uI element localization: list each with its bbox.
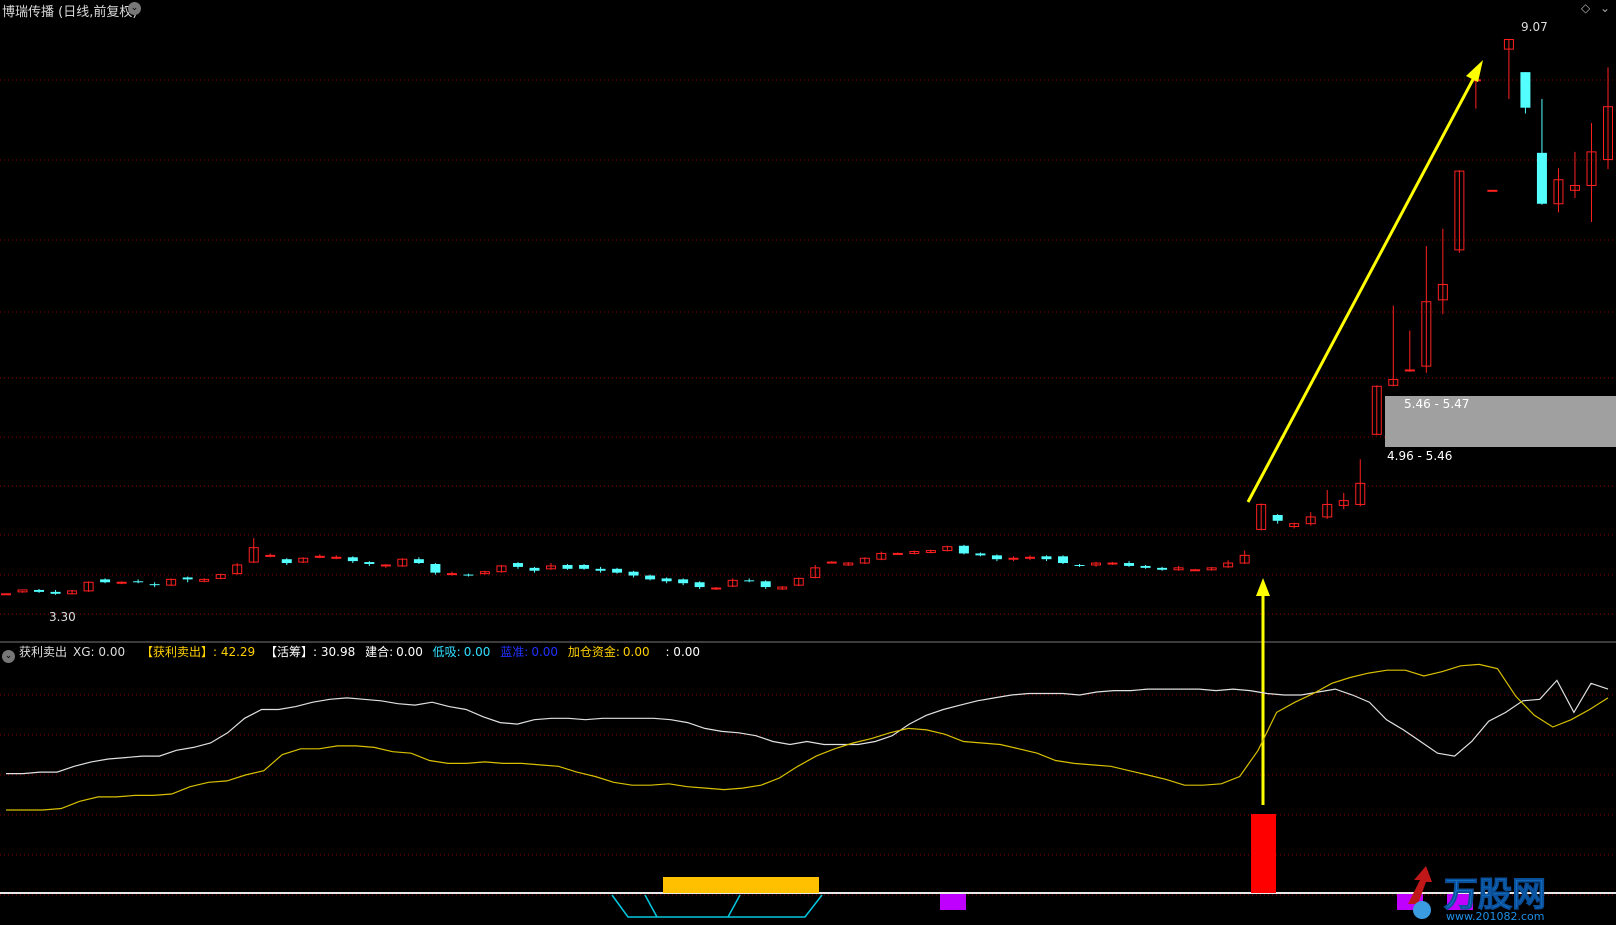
range-upper-label: 5.46 - 5.47 bbox=[1404, 397, 1470, 411]
candle-body bbox=[579, 564, 590, 569]
chart-title: 博瑞传播 (日线,前复权) bbox=[2, 5, 138, 20]
xg-value: XG: 0.00 bbox=[73, 645, 126, 659]
candle-body bbox=[645, 575, 656, 580]
low-price-label: 3.30 bbox=[49, 610, 76, 624]
candle-body bbox=[1487, 189, 1498, 192]
candle-body bbox=[975, 553, 986, 556]
indicator-yellow-line bbox=[6, 663, 1609, 811]
candle-body bbox=[1536, 152, 1547, 204]
watermark-site: www.201082.com bbox=[1446, 910, 1544, 922]
indicator-white-line bbox=[6, 679, 1609, 775]
cyan-trapezoid bbox=[611, 894, 823, 918]
candle-body bbox=[1057, 556, 1068, 564]
candle-body bbox=[628, 571, 639, 576]
trend-arrow-head bbox=[1466, 60, 1483, 82]
candle-body bbox=[595, 568, 606, 571]
add-position-value: 0.00 bbox=[622, 645, 650, 659]
candle-body bbox=[133, 581, 144, 583]
candle-body bbox=[760, 581, 771, 588]
add-position-label: 加仓资金: bbox=[567, 645, 620, 659]
purple-signal-bar bbox=[940, 894, 966, 910]
candle-body bbox=[281, 559, 292, 564]
low-buy-value: 0.00 bbox=[463, 645, 491, 659]
candle-body bbox=[1124, 563, 1135, 566]
red-signal-bar bbox=[1251, 814, 1276, 893]
candle-body bbox=[991, 555, 1002, 560]
candle-body bbox=[1272, 515, 1283, 521]
candle-body bbox=[1404, 369, 1415, 372]
candle-body bbox=[744, 580, 755, 582]
watermark-brand: 万股网 bbox=[1444, 875, 1546, 915]
build-value: 0.00 bbox=[396, 645, 423, 659]
candle-body bbox=[562, 564, 573, 569]
indicator-legend: ⌄ 获利卖出 XG: 0.00 【获利卖出】: 42.29 【活筹】: 30.98 … bbox=[0, 643, 706, 663]
chevron-down-icon[interactable]: ⌄ bbox=[128, 2, 141, 15]
indicator-panel bbox=[0, 663, 1616, 918]
high-price-label: 9.07 bbox=[1521, 20, 1548, 34]
cyan-inner-line bbox=[727, 894, 741, 918]
signal-arrow-head bbox=[1256, 578, 1270, 596]
candle-body bbox=[678, 579, 689, 584]
low-buy-label: 低吸: bbox=[432, 645, 461, 659]
candle-body bbox=[1074, 564, 1085, 566]
candlestick-series bbox=[1, 38, 1613, 596]
candle-body bbox=[430, 564, 441, 573]
active-value: : 30.98 bbox=[313, 645, 356, 659]
candle-body bbox=[529, 567, 540, 571]
candle-body bbox=[34, 589, 45, 592]
candle-body bbox=[1041, 556, 1052, 560]
blue-label: 蓝准: bbox=[500, 645, 529, 659]
active-label: 【活筹】 bbox=[265, 645, 314, 659]
candle-body bbox=[711, 587, 722, 590]
candle-body bbox=[1190, 569, 1201, 572]
candle-body bbox=[1, 593, 11, 596]
candle-body bbox=[892, 552, 903, 555]
candle-body bbox=[364, 562, 375, 565]
chevron-down-icon[interactable]: ⌄ bbox=[2, 650, 15, 663]
profit-value: : 42.29 bbox=[212, 645, 256, 659]
candle-body bbox=[331, 556, 342, 559]
candle-body bbox=[50, 591, 61, 594]
build-label: 建合: bbox=[365, 645, 394, 659]
candle-body bbox=[826, 561, 837, 564]
price-grid bbox=[0, 79, 1616, 896]
candle-body bbox=[463, 574, 474, 576]
candle-body bbox=[116, 581, 127, 584]
gold-signal-bar bbox=[663, 877, 819, 893]
candle-body bbox=[1140, 565, 1151, 568]
blank-value: : 0.00 bbox=[665, 645, 701, 659]
indicator-name[interactable]: 获利卖出 bbox=[19, 645, 67, 659]
range-lower-label: 4.96 - 5.46 bbox=[1387, 449, 1453, 463]
blue-value: 0.00 bbox=[531, 645, 559, 659]
candle-body bbox=[1107, 562, 1118, 565]
candle-body bbox=[347, 557, 358, 562]
candle-body bbox=[1157, 567, 1168, 570]
cyan-inner-line bbox=[644, 894, 658, 918]
diamond-icon[interactable]: ◇ bbox=[1581, 1, 1590, 15]
candle-body bbox=[661, 578, 672, 582]
candle-body bbox=[314, 555, 325, 558]
arrow-logo-icon bbox=[1408, 866, 1432, 904]
candle-body bbox=[1024, 556, 1035, 559]
candle-body bbox=[1520, 72, 1531, 108]
candle-body bbox=[612, 568, 623, 573]
candle-body bbox=[1008, 557, 1019, 560]
coin-logo-icon bbox=[1413, 901, 1431, 919]
candle-body bbox=[958, 545, 969, 554]
chart-canvas bbox=[0, 38, 1616, 918]
candle-body bbox=[100, 579, 111, 583]
profit-label: 【获利卖出】 bbox=[140, 645, 213, 659]
candle-body bbox=[149, 584, 160, 586]
candle-body bbox=[413, 559, 424, 564]
candle-body bbox=[182, 577, 193, 580]
watermark-logo: 万股网 www.201082.com bbox=[1400, 862, 1600, 923]
candle-body bbox=[265, 554, 276, 557]
candle-body bbox=[380, 564, 391, 567]
candle-body bbox=[446, 573, 457, 576]
expand-icon[interactable]: ⌄ bbox=[1600, 1, 1610, 15]
candle-body bbox=[694, 582, 705, 588]
candle-body bbox=[512, 563, 523, 567]
